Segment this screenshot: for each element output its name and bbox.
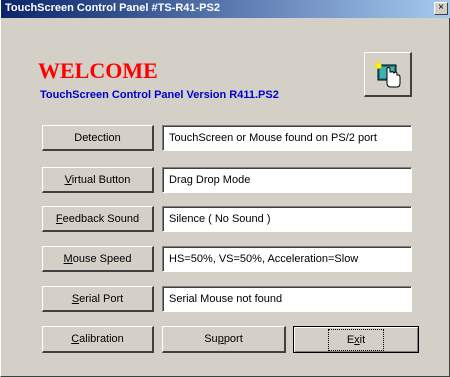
serial-port-button[interactable]: Serial Port (42, 286, 154, 312)
touchscreen-icon-button[interactable] (364, 52, 412, 97)
mouse-speed-mnemonic: M (63, 252, 73, 265)
calibration-label-rest: alibration (79, 333, 124, 345)
virtual-button-status-field: Drag Drop Mode (162, 167, 412, 193)
mouse-speed-status-text: HS=50%, VS=50%, Acceleration=Slow (169, 253, 359, 265)
detection-button[interactable]: Detection (42, 125, 154, 151)
exit-label: Exit (327, 328, 385, 351)
exit-label-rest: it (359, 333, 366, 346)
window-title: TouchScreen Control Panel #TS-R41-PS2 (5, 2, 220, 14)
feedback-sound-mnemonic: F (55, 212, 63, 225)
close-icon: × (438, 2, 444, 13)
virtual-button-label-rest: irtual Button (71, 173, 131, 186)
support-label: Support (204, 333, 243, 345)
touchscreen-hand-icon (373, 59, 400, 88)
feedback-sound-button[interactable]: Feedback Sound (42, 206, 154, 232)
mouse-speed-status-field: HS=50%, VS=50%, Acceleration=Slow (162, 246, 412, 272)
feedback-sound-label-rest: eedback Sound (62, 212, 140, 225)
virtual-button-status-text: Drag Drop Mode (169, 174, 251, 186)
feedback-sound-label: Feedback Sound (56, 213, 139, 225)
support-label-rest: port (223, 333, 243, 345)
virtual-button-label: Virtual Button (65, 174, 131, 186)
serial-port-status-field: Serial Mouse not found (162, 286, 412, 312)
exit-button[interactable]: Exit (293, 326, 419, 353)
title-bar[interactable]: TouchScreen Control Panel #TS-R41-PS2 × (1, 0, 450, 18)
detection-button-label: Detection (74, 131, 121, 144)
calibration-label: Calibration (71, 333, 124, 345)
calibration-mnemonic: C (71, 333, 80, 345)
serial-port-label: Serial Port (72, 293, 123, 305)
control-panel-window: TouchScreen Control Panel #TS-R41-PS2 × … (0, 0, 450, 377)
support-button[interactable]: Support (162, 326, 286, 353)
feedback-sound-status-field: Silence ( No Sound ) (162, 206, 412, 232)
welcome-heading: WELCOME (38, 58, 158, 83)
serial-port-status-text: Serial Mouse not found (169, 293, 283, 305)
detection-status-field: TouchScreen or Mouse found on PS/2 port (162, 125, 412, 151)
virtual-button-button[interactable]: Virtual Button (42, 167, 154, 193)
calibration-button[interactable]: Calibration (42, 326, 154, 353)
mouse-speed-label-rest: ouse Speed (72, 252, 132, 265)
serial-port-label-rest: erial Port (79, 292, 124, 305)
mouse-speed-button[interactable]: Mouse Speed (42, 246, 154, 272)
detection-status-text: TouchScreen or Mouse found on PS/2 port (169, 132, 377, 144)
feedback-sound-status-text: Silence ( No Sound ) (169, 213, 271, 225)
mouse-speed-label: Mouse Speed (64, 253, 132, 265)
support-label-pre: Su (204, 333, 218, 345)
close-button[interactable]: × (434, 2, 448, 15)
virtual-button-mnemonic: V (64, 173, 72, 186)
version-label: TouchScreen Control Panel Version R411.P… (40, 89, 279, 101)
